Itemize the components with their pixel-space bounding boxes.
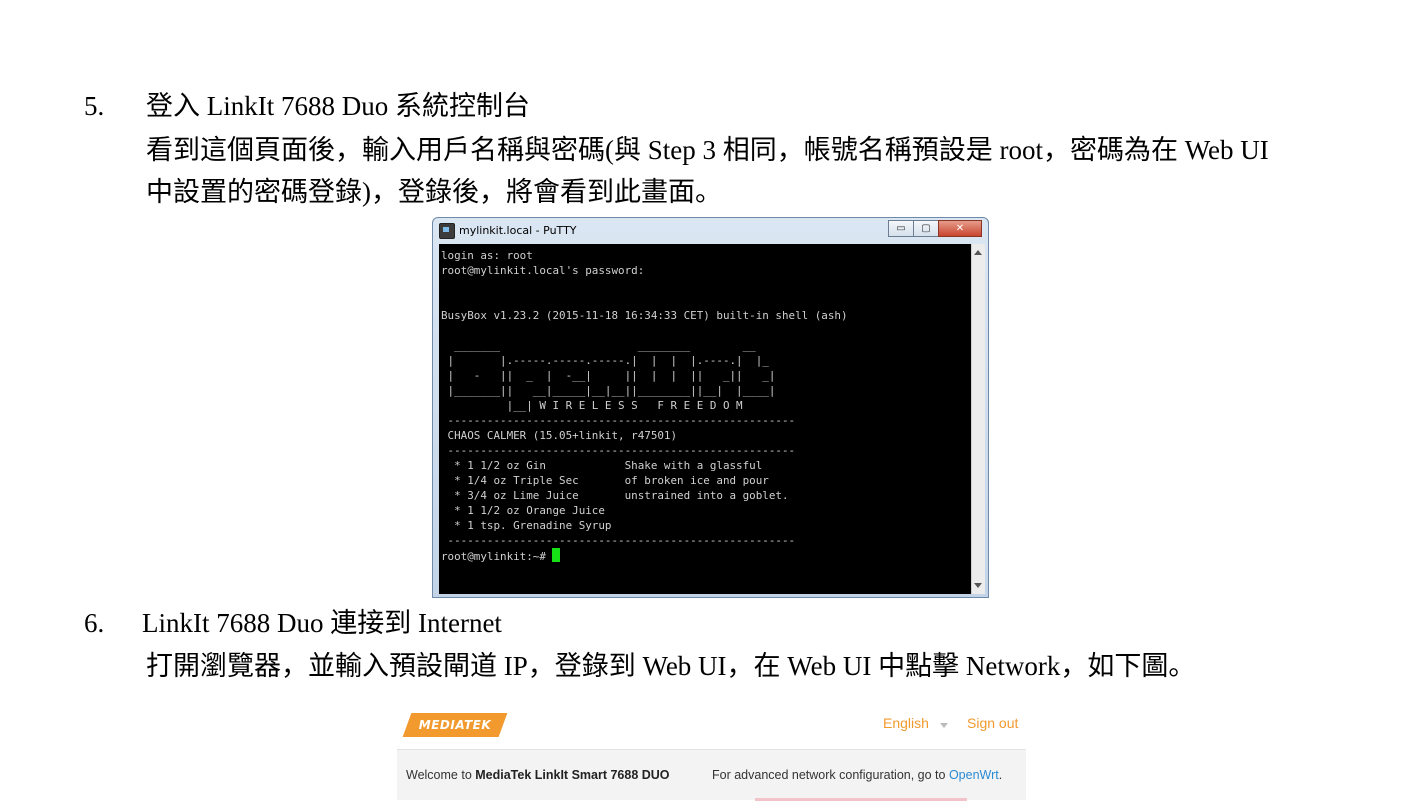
terminal-scrollbar[interactable] [971, 244, 985, 594]
welcome-text: Welcome to MediaTek LinkIt Smart 7688 DU… [406, 768, 670, 782]
step-6-body-line-1: 打開瀏覽器，並輸入預設閘道 IP，登錄到 Web UI，在 Web UI 中點擊… [146, 651, 1196, 681]
scroll-up-arrow-icon[interactable] [974, 250, 982, 255]
mediatek-logo: MEDIATEK [402, 713, 508, 737]
product-name: MediaTek LinkIt Smart 7688 DUO [475, 768, 670, 782]
terminal-line: ----------------------------------------… [447, 534, 796, 547]
putty-title-bar: mylinkit.local - PuTTY ▭ ▢ ✕ [433, 218, 988, 244]
step-5-body-line-2: 中設置的密碼登錄)，登錄後，將會看到此畫面。 [146, 177, 722, 207]
welcome-prefix: Welcome to [406, 768, 476, 782]
terminal-line: |_______|| __|_____|__|__||________||__|… [447, 384, 776, 397]
openwrt-link[interactable]: OpenWrt [949, 768, 999, 782]
step-6-number: 6. [84, 608, 105, 638]
terminal-line: CHAOS CALMER (15.05+linkit, r47501) [447, 429, 678, 442]
terminal-prompt: root@mylinkit:~# [441, 550, 553, 563]
advanced-suffix: . [998, 768, 1003, 782]
terminal-line: ----------------------------------------… [447, 444, 796, 457]
step-5-number: 5. [84, 91, 105, 121]
welcome-bar: Welcome to MediaTek LinkIt Smart 7688 DU… [397, 750, 1026, 800]
terminal-line: |__| W I R E L E S S F R E E D O M [506, 399, 743, 412]
sign-out-link[interactable]: Sign out [967, 715, 1018, 731]
terminal-line: * 1 1/2 oz Orange Juice [454, 504, 605, 517]
terminal-line: ----------------------------------------… [447, 414, 796, 427]
maximize-icon[interactable]: ▢ [913, 220, 939, 237]
minimize-icon[interactable]: ▭ [888, 220, 914, 237]
terminal-line: * 1 tsp. Grenadine Syrup [454, 519, 612, 532]
step-5-body-line-1: 看到這個頁面後，輸入用戶名稱與密碼(與 Step 3 相同，帳號名稱預設是 ro… [146, 135, 1269, 165]
mediatek-webui-screenshot: MEDIATEK English Sign out Welcome to Med… [397, 705, 1026, 801]
terminal-line: | - || _ | -__| || | | || _|| _| [447, 369, 776, 382]
terminal-line: * 3/4 oz Lime Juice unstrained into a go… [454, 489, 789, 502]
terminal-line: login as: root [441, 249, 533, 262]
terminal-line: _______ ________ __ [454, 339, 756, 352]
terminal-line: | |.-----.-----.-----.| | | |.----.| |_ [447, 354, 769, 367]
terminal-line: BusyBox v1.23.2 (2015-11-18 16:34:33 CET… [441, 309, 848, 322]
advanced-config-text: For advanced network configuration, go t… [712, 768, 1002, 782]
step-6-heading: LinkIt 7688 Duo 連接到 Internet [142, 608, 502, 638]
terminal-line: root@mylinkit.local's password: [441, 264, 645, 277]
putty-app-icon [439, 223, 455, 239]
close-icon[interactable]: ✕ [938, 220, 982, 237]
putty-window: mylinkit.local - PuTTY ▭ ▢ ✕ login as: r… [432, 217, 989, 598]
putty-window-title: mylinkit.local - PuTTY [459, 224, 577, 237]
step-5-heading: 登入 LinkIt 7688 Duo 系統控制台 [146, 91, 530, 121]
scroll-down-arrow-icon[interactable] [974, 583, 982, 588]
terminal-screen[interactable]: login as: root root@mylinkit.local's pas… [439, 244, 971, 594]
language-selector[interactable]: English [883, 715, 929, 731]
terminal-history: login as: root root@mylinkit.local's pas… [441, 249, 848, 547]
window-controls: ▭ ▢ ✕ [888, 220, 982, 237]
terminal-output: login as: root root@mylinkit.local's pas… [441, 248, 848, 564]
chevron-down-icon[interactable] [940, 723, 948, 728]
mediatek-logo-text: MEDIATEK [418, 718, 492, 732]
terminal-line: * 1/4 oz Triple Sec of broken ice and po… [454, 474, 769, 487]
terminal-cursor [552, 548, 561, 562]
advanced-prefix: For advanced network configuration, go t… [712, 768, 949, 782]
terminal-line: * 1 1/2 oz Gin Shake with a glassful [454, 459, 763, 472]
